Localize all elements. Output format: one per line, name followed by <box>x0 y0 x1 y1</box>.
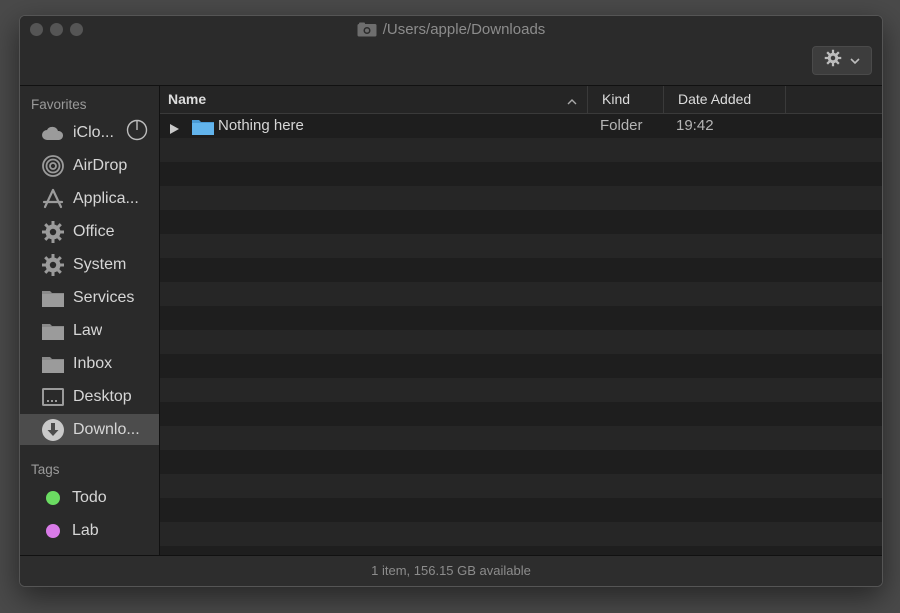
finder-window: /Users/apple/Downloads Favorites iClo...… <box>19 15 883 587</box>
folder-icon <box>41 352 65 376</box>
empty-row <box>160 138 882 162</box>
column-separator[interactable] <box>785 86 786 113</box>
sidebar-item-system[interactable]: System <box>20 249 159 280</box>
window-title-area: /Users/apple/Downloads <box>20 21 882 38</box>
sidebar-item-services[interactable]: Services <box>20 282 159 313</box>
favorites-heading: Favorites <box>31 97 87 112</box>
sidebar-item-label: Inbox <box>73 354 113 372</box>
chevron-down-icon <box>850 52 860 70</box>
column-header-date-added[interactable]: Date Added <box>678 91 751 107</box>
empty-row <box>160 330 882 354</box>
storage-usage-icon <box>126 119 148 146</box>
file-name: Nothing here <box>218 117 304 134</box>
sidebar-item-desktop[interactable]: Desktop <box>20 381 159 412</box>
file-date-added: 19:42 <box>676 117 714 134</box>
sidebar-item-label: AirDrop <box>73 156 128 174</box>
folder-icon <box>41 319 65 343</box>
sidebar-item-label: Desktop <box>73 387 132 405</box>
column-header-kind[interactable]: Kind <box>602 91 630 107</box>
column-separator[interactable] <box>587 86 588 113</box>
table-row[interactable]: Nothing here Folder 19:42 <box>160 114 882 138</box>
tags-heading: Tags <box>31 462 60 477</box>
sidebar-item-label: Office <box>73 222 115 240</box>
sidebar-item-office[interactable]: Office <box>20 216 159 247</box>
sidebar-item-label: Services <box>73 288 135 306</box>
file-rows: Nothing here Folder 19:42 <box>160 114 882 556</box>
sidebar-item-label: Todo <box>72 488 107 506</box>
desktop-icon <box>41 385 65 409</box>
empty-row <box>160 426 882 450</box>
sidebar-item-label: iClo... <box>73 123 114 141</box>
empty-row <box>160 282 882 306</box>
airdrop-icon <box>41 154 65 178</box>
empty-row <box>160 474 882 498</box>
action-menu-button[interactable] <box>812 46 872 75</box>
gear-icon <box>41 253 65 277</box>
column-separator[interactable] <box>663 86 664 113</box>
sort-chevron-up-icon <box>567 93 577 109</box>
sidebar-item-inbox[interactable]: Inbox <box>20 348 159 379</box>
cloud-icon <box>41 121 65 145</box>
empty-row <box>160 306 882 330</box>
column-header-bar: Name Kind Date Added <box>160 86 882 114</box>
sidebar-item-applications[interactable]: Applica... <box>20 183 159 214</box>
sidebar-item-label: Law <box>73 321 103 339</box>
empty-row <box>160 498 882 522</box>
status-bar: 1 item, 156.15 GB available <box>20 555 882 586</box>
window-title: /Users/apple/Downloads <box>382 21 546 38</box>
empty-row <box>160 450 882 474</box>
file-list: Name Kind Date Added Nothing here Folder… <box>160 86 882 556</box>
tag-color-dot <box>46 490 60 505</box>
empty-row <box>160 234 882 258</box>
sidebar-item-label: Applica... <box>73 189 139 207</box>
applications-icon <box>41 187 65 211</box>
downloads-icon <box>41 418 65 442</box>
file-kind: Folder <box>600 117 643 134</box>
sidebar-item-label: Downlo... <box>73 420 140 438</box>
title-bar: /Users/apple/Downloads <box>20 16 882 86</box>
sidebar-tag-lab[interactable]: Lab <box>20 515 159 546</box>
sidebar-item-law[interactable]: Law <box>20 315 159 346</box>
sidebar-item-label: System <box>73 255 127 273</box>
folder-icon <box>41 286 65 310</box>
gear-icon <box>824 49 842 72</box>
empty-row <box>160 378 882 402</box>
sidebar-item-label: Lab <box>72 521 99 539</box>
folder-icon <box>192 118 214 139</box>
sidebar-item-airdrop[interactable]: AirDrop <box>20 150 159 181</box>
sidebar: Favorites iClo... AirDrop Applica... Off… <box>20 86 160 556</box>
empty-row <box>160 258 882 282</box>
empty-row <box>160 162 882 186</box>
disclosure-triangle-icon[interactable] <box>170 121 179 138</box>
column-header-name[interactable]: Name <box>168 91 206 107</box>
empty-row <box>160 186 882 210</box>
empty-row <box>160 354 882 378</box>
empty-row <box>160 402 882 426</box>
sidebar-tag-todo[interactable]: Todo <box>20 482 159 513</box>
sidebar-item-icloud[interactable]: iClo... <box>20 117 159 148</box>
tag-color-dot <box>46 523 60 538</box>
gear-icon <box>41 220 65 244</box>
sidebar-item-downloads[interactable]: Downlo... <box>20 414 159 445</box>
empty-row <box>160 210 882 234</box>
camera-folder-icon <box>357 22 377 37</box>
empty-row <box>160 522 882 546</box>
